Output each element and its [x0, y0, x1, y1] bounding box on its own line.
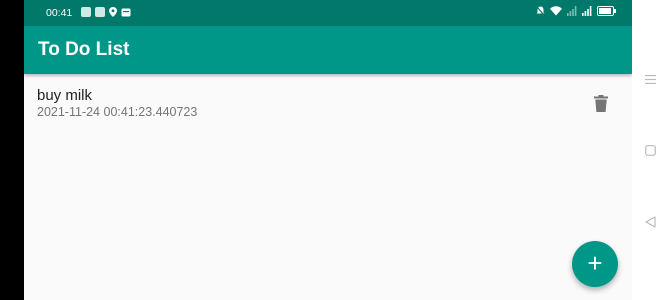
- battery-icon: [597, 6, 616, 16]
- navigation-bar: [632, 0, 668, 300]
- wifi-icon: [550, 6, 562, 16]
- todo-list: buy milk 2021-11-24 00:41:23.440723: [24, 74, 632, 130]
- status-bar: 00:41: [24, 0, 632, 26]
- menu-icon: [644, 74, 656, 84]
- todo-item[interactable]: buy milk 2021-11-24 00:41:23.440723: [24, 74, 632, 130]
- todo-item-title: buy milk: [37, 87, 93, 104]
- message-icon: [121, 8, 131, 16]
- back-button[interactable]: [643, 215, 657, 229]
- app-bar: To Do List: [24, 26, 632, 74]
- app-screen: 00:41 To Do List buy milk 2021-11-24 00:…: [24, 0, 632, 300]
- signal-icon: [567, 6, 577, 16]
- device-bezel: [0, 0, 24, 300]
- trash-icon: [594, 94, 608, 112]
- menu-button[interactable]: [643, 72, 657, 86]
- notification-icon: [95, 7, 105, 17]
- status-right-icons: [536, 6, 616, 16]
- status-time: 00:41: [46, 7, 73, 19]
- signal-icon: [582, 6, 592, 16]
- notification-icon: [81, 7, 91, 17]
- location-icon: [109, 7, 117, 17]
- home-button[interactable]: [643, 143, 657, 157]
- app-title: To Do List: [38, 39, 130, 60]
- todo-item-timestamp: 2021-11-24 00:41:23.440723: [37, 105, 198, 119]
- add-todo-button[interactable]: +: [572, 241, 618, 287]
- delete-button[interactable]: [590, 92, 612, 114]
- battery-level: [599, 8, 611, 14]
- status-left-icons: [81, 7, 131, 17]
- mute-icon: [536, 6, 545, 16]
- home-icon: [644, 144, 656, 156]
- plus-icon: +: [587, 248, 603, 278]
- back-icon: [644, 216, 656, 228]
